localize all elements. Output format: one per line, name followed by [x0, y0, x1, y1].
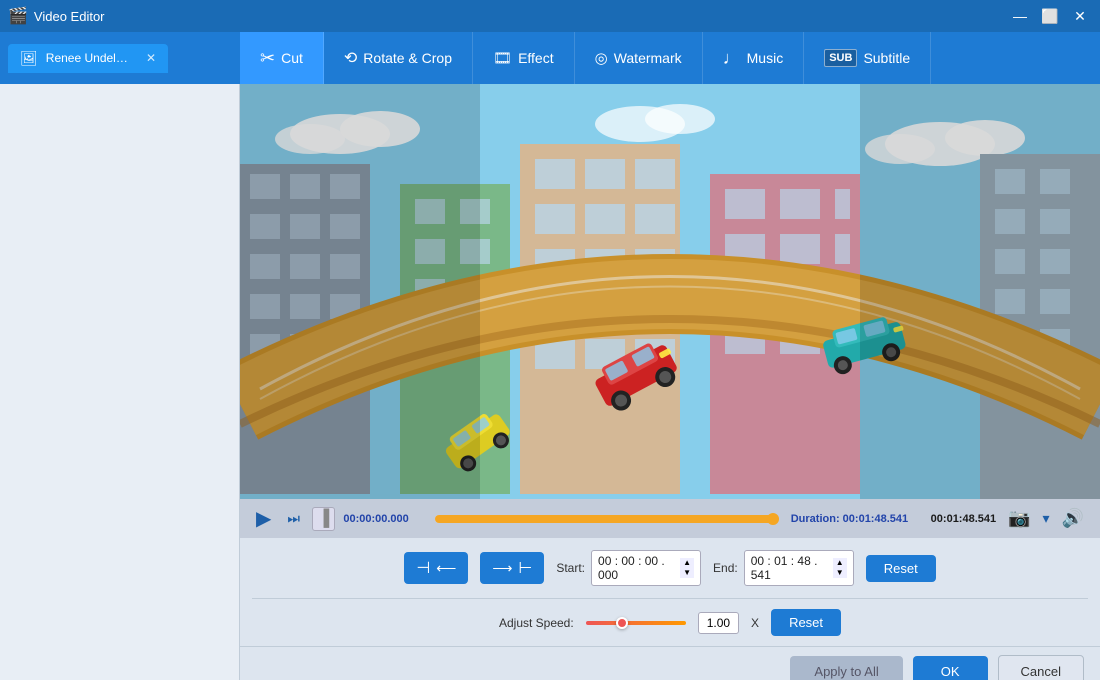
tab-music-label: Music: [747, 50, 784, 66]
speed-thumb[interactable]: [616, 617, 628, 629]
file-tab-label: Renee Undeleter -...: [46, 51, 134, 65]
audio-button[interactable]: 🔊: [1058, 506, 1088, 531]
speed-label: Adjust Speed:: [499, 616, 574, 630]
progress-fill: [435, 515, 778, 523]
title-bar-controls: — ⬜ ✕: [1008, 4, 1092, 28]
divider-1: [252, 598, 1088, 599]
speed-x-label: X: [751, 616, 759, 630]
end-time-group: End: 00 : 01 : 48 . 541 ▲ ▼: [713, 550, 854, 586]
cut-icon: ✂: [260, 48, 275, 69]
ok-button[interactable]: OK: [913, 656, 988, 680]
end-time-input[interactable]: 00 : 01 : 48 . 541 ▲ ▼: [744, 550, 854, 586]
end-time-label: 00:01:48.541: [916, 513, 996, 525]
cut-controls: ⊣ ⟵ ⟶ ⊢ Start: 00 : 00 : 00 . 000 ▲ ▼: [252, 546, 1088, 590]
play-button[interactable]: ▶: [252, 504, 275, 533]
volume-button[interactable]: ▾: [1039, 508, 1054, 529]
app-title: Video Editor: [34, 9, 105, 24]
end-time-value: 00 : 01 : 48 . 541: [751, 554, 830, 582]
main-area: ▶ ⏭ ▐ 00:00:00.000 Duration: 00:01:48.54…: [0, 84, 1100, 680]
tab-watermark-label: Watermark: [614, 50, 682, 66]
start-time-group: Start: 00 : 00 : 00 . 000 ▲ ▼: [556, 550, 701, 586]
start-time-value: 00 : 00 : 00 . 000: [598, 554, 677, 582]
end-time-down[interactable]: ▼: [833, 568, 847, 578]
tab-rotate-crop-label: Rotate & Crop: [363, 50, 452, 66]
tab-effect[interactable]: 🎞 Effect: [473, 32, 575, 84]
start-label: Start:: [556, 561, 585, 575]
end-label: End:: [713, 561, 738, 575]
speed-slider[interactable]: [586, 621, 686, 625]
speed-reset-button[interactable]: Reset: [771, 609, 841, 636]
end-time-spinner[interactable]: ▲ ▼: [833, 558, 847, 578]
step-forward-button[interactable]: ⏭: [283, 508, 304, 529]
cut-reset-button[interactable]: Reset: [866, 555, 936, 582]
screenshot-button[interactable]: 📷: [1004, 506, 1034, 531]
timeline-bar: ▶ ⏭ ▐ 00:00:00.000 Duration: 00:01:48.54…: [240, 499, 1100, 538]
cut-left-button[interactable]: ⊣ ⟵: [404, 552, 468, 584]
video-scene: [240, 84, 1100, 499]
bottom-bar: Apply to All OK Cancel: [240, 646, 1100, 680]
watermark-icon: ◎: [595, 49, 608, 67]
cut-left-arrow: ⟵: [436, 560, 456, 577]
file-tab-close-button[interactable]: ✕: [146, 51, 156, 65]
speed-controls: Adjust Speed: 1.00 X Reset: [252, 607, 1088, 638]
start-time-down[interactable]: ▼: [680, 568, 694, 578]
tab-subtitle-label: Subtitle: [863, 50, 910, 66]
apply-to-all-button[interactable]: Apply to All: [790, 656, 902, 680]
tab-rotate-crop[interactable]: ⟲ Rotate & Crop: [324, 32, 473, 84]
video-player: [240, 84, 1100, 499]
cut-right-arrow: ⟶: [492, 560, 512, 577]
cut-right-icon: ⊢: [518, 558, 532, 578]
tab-cut[interactable]: ✂ Cut: [240, 32, 324, 84]
title-bar-left: 🎬 Video Editor: [8, 6, 105, 26]
music-icon: ♩: [723, 48, 741, 69]
tab-subtitle[interactable]: SUB Subtitle: [804, 32, 931, 84]
end-time-up[interactable]: ▲: [833, 558, 847, 568]
start-time-input[interactable]: 00 : 00 : 00 . 000 ▲ ▼: [591, 550, 701, 586]
subtitle-icon: SUB: [824, 49, 857, 67]
speed-value-display: 1.00: [698, 612, 739, 634]
start-time-up[interactable]: ▲: [680, 558, 694, 568]
tab-watermark[interactable]: ◎ Watermark: [575, 32, 703, 84]
title-bar: 🎬 Video Editor — ⬜ ✕: [0, 0, 1100, 32]
controls-area: ⊣ ⟵ ⟶ ⊢ Start: 00 : 00 : 00 . 000 ▲ ▼: [240, 538, 1100, 646]
minimize-button[interactable]: —: [1008, 4, 1032, 28]
tab-effect-label: Effect: [518, 50, 554, 66]
file-tab-icon: 🖼: [20, 50, 38, 67]
effect-icon: 🎞: [493, 49, 512, 67]
duration-label: Duration: 00:01:48.541: [791, 513, 908, 525]
sidebar-tab: 🖼 Renee Undeleter -... ✕: [0, 32, 240, 84]
rotate-icon: ⟲: [344, 48, 357, 68]
cut-right-button[interactable]: ⟶ ⊢: [480, 552, 544, 584]
tab-cut-label: Cut: [281, 50, 303, 66]
tab-music[interactable]: ♩ Music: [703, 32, 805, 84]
start-time-spinner[interactable]: ▲ ▼: [680, 558, 694, 578]
close-button[interactable]: ✕: [1068, 4, 1092, 28]
cut-left-icon: ⊣: [416, 558, 430, 578]
file-tab[interactable]: 🖼 Renee Undeleter -... ✕: [8, 44, 168, 73]
current-time-label: 00:00:00.000: [343, 513, 423, 525]
video-area: ▶ ⏭ ▐ 00:00:00.000 Duration: 00:01:48.54…: [240, 84, 1100, 680]
screenshot-controls: 📷 ▾ 🔊: [1004, 506, 1088, 531]
restore-button[interactable]: ⬜: [1038, 4, 1062, 28]
progress-track[interactable]: [435, 515, 778, 523]
tab-bar: ✂ Cut ⟲ Rotate & Crop 🎞 Effect ◎ Waterma…: [240, 32, 1100, 84]
progress-thumb[interactable]: [767, 513, 779, 525]
sidebar: [0, 84, 240, 680]
app-icon: 🎬: [8, 6, 28, 26]
cancel-button[interactable]: Cancel: [998, 655, 1084, 680]
cut-marker-button[interactable]: ▐: [312, 507, 335, 531]
